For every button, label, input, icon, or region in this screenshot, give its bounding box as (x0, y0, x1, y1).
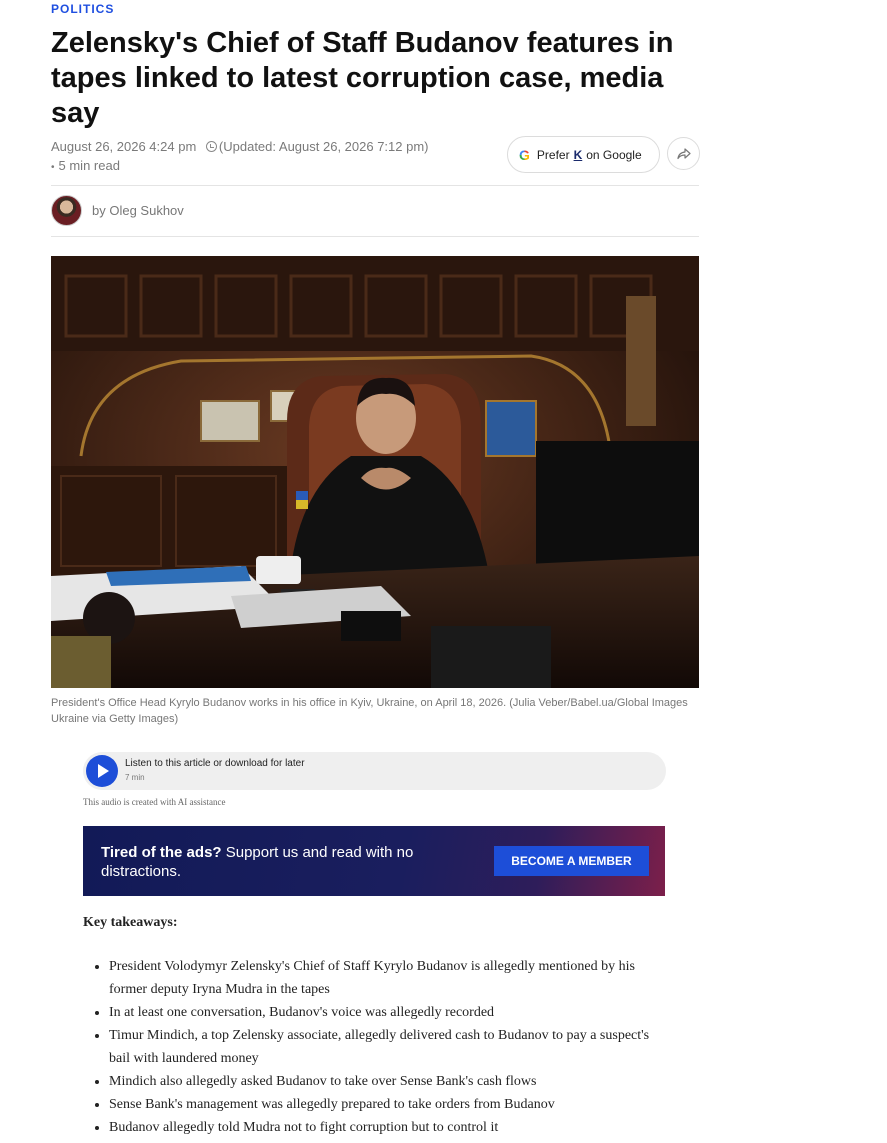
category-label[interactable]: POLITICS (51, 2, 114, 16)
hero-photo-illustration (51, 256, 699, 688)
divider-top (51, 185, 699, 186)
audio-player[interactable]: Listen to this article or download for l… (83, 752, 666, 790)
author-avatar[interactable] (51, 195, 82, 226)
list-item: Timur Mindich, a top Zelensky associate,… (95, 1024, 669, 1070)
updated-date: August 26, 2026 7:12 pm) (278, 139, 429, 154)
share-arrow-icon (676, 147, 691, 159)
audio-ai-note: This audio is created with AI assistance (83, 797, 226, 807)
divider-bottom (51, 236, 699, 237)
audio-info: Listen to this article or download for l… (125, 757, 305, 785)
article-headline: Zelensky's Chief of Staff Budanov featur… (51, 27, 674, 129)
banner-bold-text: Tired of the ads? (101, 844, 222, 861)
list-item: Sense Bank's management was allegedly pr… (95, 1093, 669, 1116)
play-button[interactable] (86, 755, 118, 787)
key-takeaways-list: President Volodymyr Zelensky's Chief of … (95, 955, 669, 1139)
updated-prefix: (Updated: (218, 139, 279, 154)
audio-title: Listen to this article or download for l… (125, 758, 305, 769)
read-time: 5 min read (58, 158, 120, 173)
photo-caption: President's Office Head Kyrylo Budanov w… (51, 697, 688, 725)
author-name[interactable]: by Oleg Sukhov (92, 203, 184, 218)
become-member-button[interactable]: BECOME A MEMBER (494, 846, 649, 876)
membership-banner: Tired of the ads? Support us and read wi… (83, 826, 665, 896)
kyiv-independent-logo: K (573, 147, 583, 162)
prefer-label: Prefer (536, 147, 570, 162)
author-byline[interactable]: by Oleg Sukhov (51, 195, 184, 226)
audio-duration: 7 min (125, 773, 145, 782)
share-button[interactable] (667, 137, 700, 170)
list-item: Budanov allegedly told Mudra not to figh… (95, 1116, 669, 1139)
article-hero-photo (51, 256, 699, 688)
on-google-label: on Google (586, 147, 642, 162)
google-g-icon: G (519, 146, 530, 163)
key-takeaways-heading: Key takeaways: (83, 915, 178, 930)
published-date: August 26, 2026 4:24 pm (51, 139, 197, 154)
prefer-on-google-button[interactable]: G Prefer K on Google (507, 136, 660, 173)
bullet-dot: • (51, 162, 55, 173)
list-item: President Volodymyr Zelensky's Chief of … (95, 955, 669, 1001)
list-item: Mindich also allegedly asked Budanov to … (95, 1070, 669, 1093)
clock-icon (205, 141, 217, 152)
article-meta: August 26, 2026 4:24 pm (Updated: August… (51, 137, 501, 177)
list-item: In at least one conversation, Budanov's … (95, 1001, 669, 1024)
banner-text: Tired of the ads? Support us and read wi… (101, 843, 461, 881)
